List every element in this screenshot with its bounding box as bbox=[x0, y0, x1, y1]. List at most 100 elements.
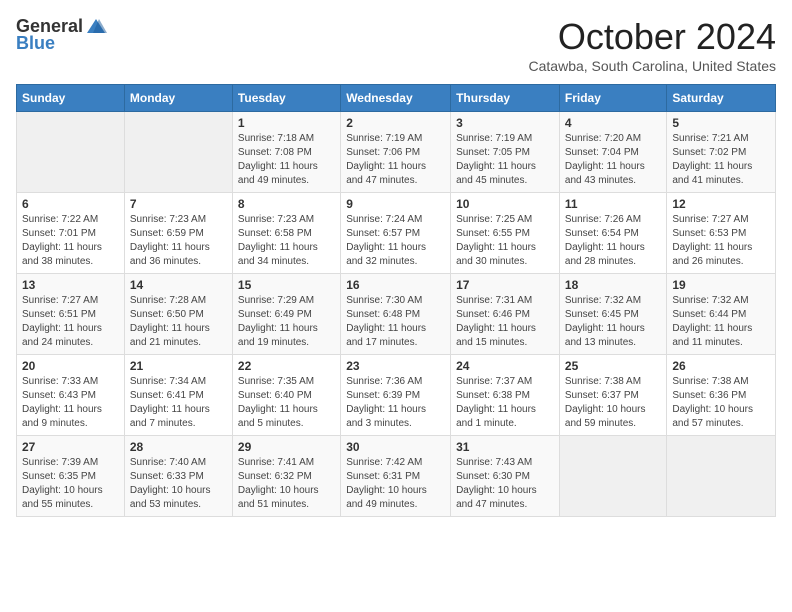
calendar-cell: 18 Sunrise: 7:32 AM Sunset: 6:45 PM Dayli… bbox=[559, 274, 666, 355]
day-number: 1 bbox=[238, 116, 335, 130]
day-number: 2 bbox=[346, 116, 445, 130]
calendar-cell: 29Sunrise: 7:41 AM Sunset: 6:32 PM Dayli… bbox=[232, 436, 340, 517]
day-number: 22 bbox=[238, 359, 335, 373]
calendar-week-row: 27 Sunrise: 7:39 AM Sunset: 6:35 PM Dayli… bbox=[17, 436, 776, 517]
calendar-cell: 3 Sunrise: 7:19 AM Sunset: 7:05 PM Daylig… bbox=[451, 112, 560, 193]
day-number: 7 bbox=[130, 197, 227, 211]
calendar-cell: 2 Sunrise: 7:19 AM Sunset: 7:06 PM Daylig… bbox=[341, 112, 451, 193]
day-number: 11 bbox=[565, 197, 661, 211]
calendar-cell: 30 Sunrise: 7:42 AM Sunset: 6:31 PM Dayli… bbox=[341, 436, 451, 517]
calendar-cell: 31Sunrise: 7:43 AM Sunset: 6:30 PM Dayli… bbox=[451, 436, 560, 517]
day-info: Sunrise: 7:41 AM Sunset: 6:32 PM Dayligh… bbox=[238, 456, 335, 512]
day-info: Sunrise: 7:32 AM Sunset: 6:45 PM Dayligh… bbox=[565, 294, 661, 350]
calendar-cell: 28Sunrise: 7:40 AM Sunset: 6:33 PM Dayli… bbox=[124, 436, 232, 517]
calendar-cell: 9 Sunrise: 7:24 AM Sunset: 6:57 PM Daylig… bbox=[341, 193, 451, 274]
day-number: 8 bbox=[238, 197, 335, 211]
day-number: 17 bbox=[456, 278, 554, 292]
calendar-cell: 21 Sunrise: 7:34 AM Sunset: 6:41 PM Dayli… bbox=[124, 355, 232, 436]
logo: General Blue bbox=[16, 16, 107, 54]
calendar-header: SundayMondayTuesdayWednesdayThursdayFrid… bbox=[17, 85, 776, 112]
day-info: Sunrise: 7:20 AM Sunset: 7:04 PM Dayligh… bbox=[565, 132, 661, 188]
calendar-cell: 4 Sunrise: 7:20 AM Sunset: 7:04 PM Daylig… bbox=[559, 112, 666, 193]
day-info: Sunrise: 7:19 AM Sunset: 7:06 PM Dayligh… bbox=[346, 132, 445, 188]
day-info: Sunrise: 7:27 AM Sunset: 6:53 PM Dayligh… bbox=[672, 213, 770, 269]
day-number: 25 bbox=[565, 359, 661, 373]
calendar-cell: 24Sunrise: 7:37 AM Sunset: 6:38 PM Dayli… bbox=[451, 355, 560, 436]
day-info: Sunrise: 7:33 AM Sunset: 6:43 PM Dayligh… bbox=[22, 375, 119, 431]
day-number: 10 bbox=[456, 197, 554, 211]
weekday-header-sunday: Sunday bbox=[17, 85, 125, 112]
day-info: Sunrise: 7:34 AM Sunset: 6:41 PM Dayligh… bbox=[130, 375, 227, 431]
day-number: 3 bbox=[456, 116, 554, 130]
day-info: Sunrise: 7:25 AM Sunset: 6:55 PM Dayligh… bbox=[456, 213, 554, 269]
day-info: Sunrise: 7:36 AM Sunset: 6:39 PM Dayligh… bbox=[346, 375, 445, 431]
day-info: Sunrise: 7:21 AM Sunset: 7:02 PM Dayligh… bbox=[672, 132, 770, 188]
day-number: 4 bbox=[565, 116, 661, 130]
day-info: Sunrise: 7:24 AM Sunset: 6:57 PM Dayligh… bbox=[346, 213, 445, 269]
calendar-table: SundayMondayTuesdayWednesdayThursdayFrid… bbox=[16, 84, 776, 517]
day-number: 19 bbox=[672, 278, 770, 292]
day-number: 20 bbox=[22, 359, 119, 373]
calendar-cell: 7 Sunrise: 7:23 AM Sunset: 6:59 PM Daylig… bbox=[124, 193, 232, 274]
calendar-body: 1 Sunrise: 7:18 AM Sunset: 7:08 PM Daylig… bbox=[17, 112, 776, 517]
day-info: Sunrise: 7:19 AM Sunset: 7:05 PM Dayligh… bbox=[456, 132, 554, 188]
calendar-cell bbox=[559, 436, 666, 517]
calendar-week-row: 13Sunrise: 7:27 AM Sunset: 6:51 PM Dayli… bbox=[17, 274, 776, 355]
calendar-cell: 16Sunrise: 7:30 AM Sunset: 6:48 PM Dayli… bbox=[341, 274, 451, 355]
day-number: 14 bbox=[130, 278, 227, 292]
calendar-cell bbox=[17, 112, 125, 193]
day-info: Sunrise: 7:23 AM Sunset: 6:58 PM Dayligh… bbox=[238, 213, 335, 269]
day-info: Sunrise: 7:18 AM Sunset: 7:08 PM Dayligh… bbox=[238, 132, 335, 188]
calendar-week-row: 6Sunrise: 7:22 AM Sunset: 7:01 PM Daylig… bbox=[17, 193, 776, 274]
day-info: Sunrise: 7:22 AM Sunset: 7:01 PM Dayligh… bbox=[22, 213, 119, 269]
calendar-cell: 23Sunrise: 7:36 AM Sunset: 6:39 PM Dayli… bbox=[341, 355, 451, 436]
location-text: Catawba, South Carolina, United States bbox=[529, 58, 776, 74]
day-info: Sunrise: 7:40 AM Sunset: 6:33 PM Dayligh… bbox=[130, 456, 227, 512]
weekday-header-thursday: Thursday bbox=[451, 85, 560, 112]
calendar-cell: 25Sunrise: 7:38 AM Sunset: 6:37 PM Dayli… bbox=[559, 355, 666, 436]
day-info: Sunrise: 7:29 AM Sunset: 6:49 PM Dayligh… bbox=[238, 294, 335, 350]
weekday-header-saturday: Saturday bbox=[667, 85, 776, 112]
calendar-cell: 20 Sunrise: 7:33 AM Sunset: 6:43 PM Dayli… bbox=[17, 355, 125, 436]
day-info: Sunrise: 7:26 AM Sunset: 6:54 PM Dayligh… bbox=[565, 213, 661, 269]
day-number: 21 bbox=[130, 359, 227, 373]
day-info: Sunrise: 7:39 AM Sunset: 6:35 PM Dayligh… bbox=[22, 456, 119, 512]
weekday-header-monday: Monday bbox=[124, 85, 232, 112]
day-info: Sunrise: 7:31 AM Sunset: 6:46 PM Dayligh… bbox=[456, 294, 554, 350]
day-number: 24 bbox=[456, 359, 554, 373]
calendar-cell: 14Sunrise: 7:28 AM Sunset: 6:50 PM Dayli… bbox=[124, 274, 232, 355]
calendar-cell: 5Sunrise: 7:21 AM Sunset: 7:02 PM Daylig… bbox=[667, 112, 776, 193]
logo-icon bbox=[85, 17, 107, 37]
title-block: October 2024 Catawba, South Carolina, Un… bbox=[529, 16, 776, 74]
weekday-header-row: SundayMondayTuesdayWednesdayThursdayFrid… bbox=[17, 85, 776, 112]
calendar-cell: 26Sunrise: 7:38 AM Sunset: 6:36 PM Dayli… bbox=[667, 355, 776, 436]
day-info: Sunrise: 7:30 AM Sunset: 6:48 PM Dayligh… bbox=[346, 294, 445, 350]
day-info: Sunrise: 7:23 AM Sunset: 6:59 PM Dayligh… bbox=[130, 213, 227, 269]
day-info: Sunrise: 7:32 AM Sunset: 6:44 PM Dayligh… bbox=[672, 294, 770, 350]
calendar-cell: 10 Sunrise: 7:25 AM Sunset: 6:55 PM Dayli… bbox=[451, 193, 560, 274]
day-number: 15 bbox=[238, 278, 335, 292]
day-number: 12 bbox=[672, 197, 770, 211]
calendar-cell: 19 Sunrise: 7:32 AM Sunset: 6:44 PM Dayli… bbox=[667, 274, 776, 355]
calendar-cell: 6Sunrise: 7:22 AM Sunset: 7:01 PM Daylig… bbox=[17, 193, 125, 274]
calendar-cell bbox=[667, 436, 776, 517]
day-number: 9 bbox=[346, 197, 445, 211]
day-number: 30 bbox=[346, 440, 445, 454]
day-info: Sunrise: 7:27 AM Sunset: 6:51 PM Dayligh… bbox=[22, 294, 119, 350]
day-number: 18 bbox=[565, 278, 661, 292]
weekday-header-friday: Friday bbox=[559, 85, 666, 112]
day-number: 27 bbox=[22, 440, 119, 454]
calendar-week-row: 20 Sunrise: 7:33 AM Sunset: 6:43 PM Dayli… bbox=[17, 355, 776, 436]
calendar-cell: 17 Sunrise: 7:31 AM Sunset: 6:46 PM Dayli… bbox=[451, 274, 560, 355]
calendar-cell: 8 Sunrise: 7:23 AM Sunset: 6:58 PM Daylig… bbox=[232, 193, 340, 274]
month-title: October 2024 bbox=[529, 16, 776, 58]
calendar-cell: 12 Sunrise: 7:27 AM Sunset: 6:53 PM Dayli… bbox=[667, 193, 776, 274]
day-info: Sunrise: 7:43 AM Sunset: 6:30 PM Dayligh… bbox=[456, 456, 554, 512]
calendar-cell: 11 Sunrise: 7:26 AM Sunset: 6:54 PM Dayli… bbox=[559, 193, 666, 274]
day-info: Sunrise: 7:35 AM Sunset: 6:40 PM Dayligh… bbox=[238, 375, 335, 431]
calendar-cell: 13Sunrise: 7:27 AM Sunset: 6:51 PM Dayli… bbox=[17, 274, 125, 355]
day-info: Sunrise: 7:42 AM Sunset: 6:31 PM Dayligh… bbox=[346, 456, 445, 512]
weekday-header-tuesday: Tuesday bbox=[232, 85, 340, 112]
calendar-cell: 1 Sunrise: 7:18 AM Sunset: 7:08 PM Daylig… bbox=[232, 112, 340, 193]
logo-blue-text: Blue bbox=[16, 33, 55, 54]
